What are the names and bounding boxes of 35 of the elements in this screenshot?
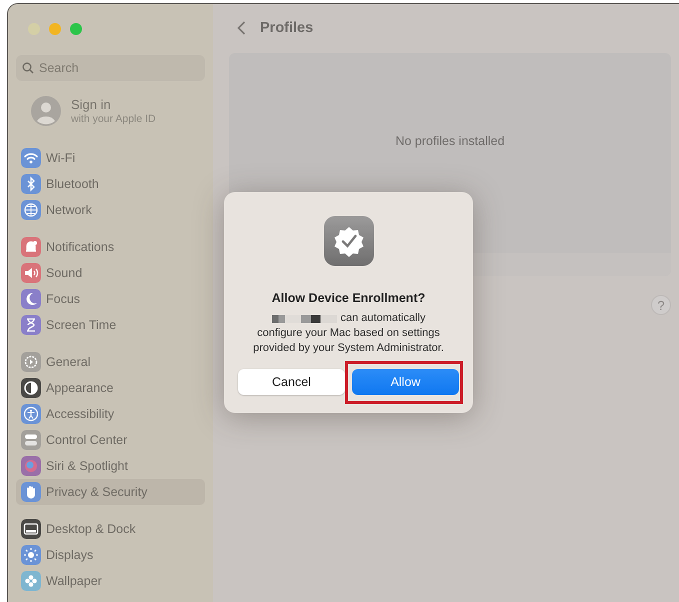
search-icon [22, 62, 34, 74]
verified-badge-icon [324, 216, 374, 266]
sidebar-item[interactable]: General [16, 349, 205, 375]
redacted-text-block [272, 314, 336, 322]
window-control-button[interactable] [70, 23, 82, 35]
allow-button[interactable]: Allow [352, 369, 459, 395]
back-chevron-icon[interactable] [237, 21, 246, 35]
dialog-title: Allow Device Enrollment? [272, 291, 426, 305]
help-button[interactable]: ? [651, 295, 671, 315]
sidebar-item[interactable]: Accessibility [16, 401, 205, 427]
sidebar-item[interactable]: Desktop & Dock [16, 516, 205, 542]
sidebar-item[interactable]: Wallpaper [16, 568, 205, 594]
sidebar-item[interactable]: Appearance [16, 375, 205, 401]
dialog-message-line: configure your Mac based on settings [257, 327, 440, 339]
sidebar-item[interactable]: Notifications [16, 234, 205, 260]
sidebar-item[interactable]: Siri & Spotlight [16, 453, 205, 479]
sidebar-item[interactable]: Control Center [16, 427, 205, 453]
sidebar-item[interactable]: Privacy & Security [16, 479, 205, 505]
sidebar-item[interactable]: Displays [16, 542, 205, 568]
sidebar-item[interactable]: Network [16, 197, 205, 223]
sidebar-item[interactable]: Sound [16, 260, 205, 286]
avatar-icon[interactable] [31, 96, 61, 126]
sidebar-item[interactable]: Screen Time [16, 312, 205, 338]
search-field[interactable]: Search [16, 55, 205, 81]
window-control-button[interactable] [49, 23, 61, 35]
account-subtitle: with your Apple ID [71, 113, 156, 125]
cancel-button[interactable]: Cancel [238, 369, 345, 395]
sign-in-link[interactable]: Sign in [71, 97, 156, 112]
sidebar-item[interactable]: Focus [16, 286, 205, 312]
empty-message: No profiles installed [395, 134, 505, 148]
dialog-message-line: can automatically [340, 311, 426, 326]
sidebar-item[interactable]: Bluetooth [16, 171, 205, 197]
dialog-message-line: provided by your System Administrator. [253, 342, 444, 354]
page-title: Profiles [260, 20, 314, 36]
sidebar-item[interactable]: Wi-Fi [16, 145, 205, 171]
